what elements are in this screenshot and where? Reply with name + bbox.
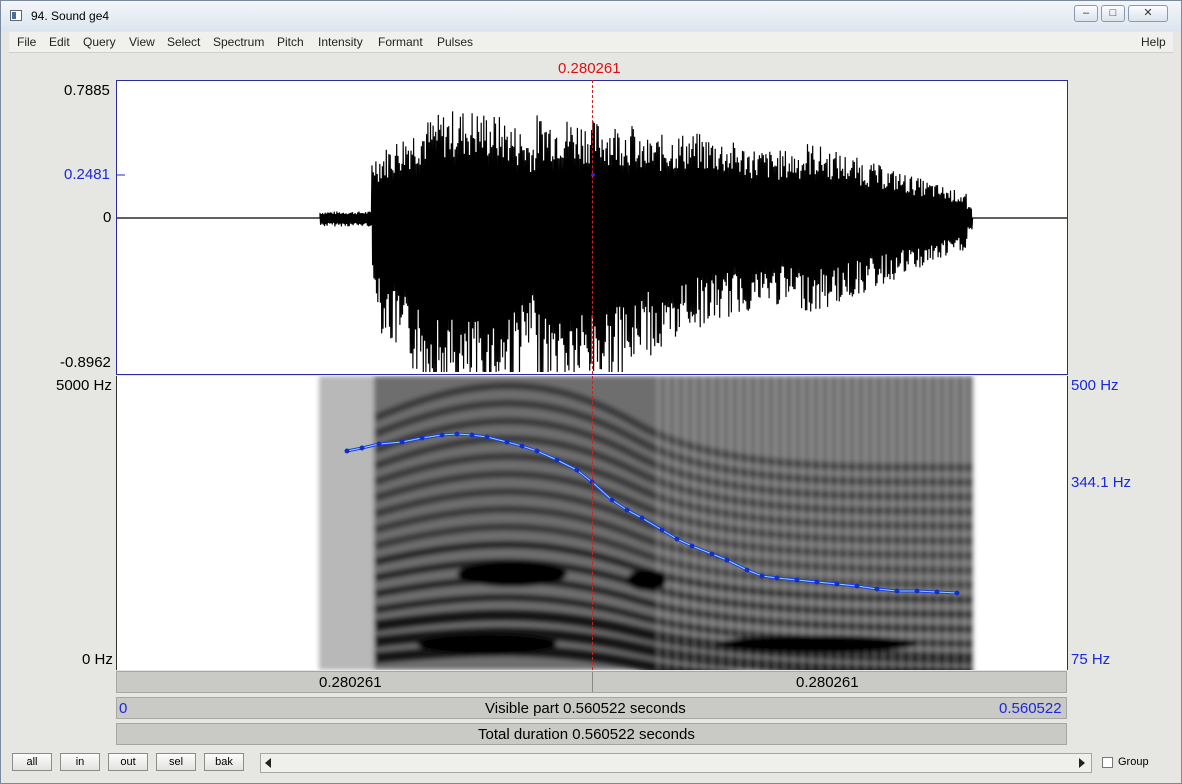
close-button[interactable]: ✕ xyxy=(1128,5,1168,22)
menu-spectrum[interactable]: Spectrum xyxy=(213,35,264,49)
pitch-point xyxy=(454,431,460,437)
close-icon: ✕ xyxy=(1143,7,1153,19)
pitch-mid-label: 344.1 Hz xyxy=(1071,474,1132,491)
pitch-point xyxy=(639,515,645,521)
menu-formant[interactable]: Formant xyxy=(378,35,423,49)
pitch-point xyxy=(609,497,615,503)
right-segment-duration[interactable]: 0.280261 xyxy=(796,674,859,691)
left-segment-duration[interactable]: 0.280261 xyxy=(319,674,382,691)
zoom-selection-button[interactable]: sel xyxy=(156,753,196,771)
window-title: 94. Sound ge4 xyxy=(31,9,110,23)
pitch-point xyxy=(914,588,920,594)
cursor-time-label: 0.280261 xyxy=(558,60,621,77)
app-icon xyxy=(10,10,22,21)
group-checkbox[interactable] xyxy=(1102,757,1113,768)
pitch-point xyxy=(359,445,365,451)
menu-view[interactable]: View xyxy=(129,35,155,49)
spectrogram-top-freq-label: 5000 Hz xyxy=(56,377,112,394)
pitch-point xyxy=(934,589,940,595)
bottom-controls: all in out sel bak Group xyxy=(8,749,1172,779)
pitch-top-label: 500 Hz xyxy=(1071,377,1119,394)
pitch-point xyxy=(344,448,350,454)
pitch-point xyxy=(954,590,960,596)
pitch-point xyxy=(874,586,880,592)
minimize-icon: – xyxy=(1082,7,1090,19)
pitch-point xyxy=(774,575,780,581)
menu-pitch[interactable]: Pitch xyxy=(277,35,304,49)
visible-part-text[interactable]: Visible part 0.560522 seconds xyxy=(485,700,686,717)
zoom-in-button[interactable]: in xyxy=(60,753,100,771)
spectrogram-bottom-freq-label: 0 Hz xyxy=(82,651,113,668)
pitch-point xyxy=(399,439,405,445)
menu-bar: File Edit Query View Select Spectrum Pit… xyxy=(9,32,1173,53)
pitch-point xyxy=(376,441,382,447)
group-label: Group xyxy=(1118,756,1149,768)
scroll-left-icon[interactable] xyxy=(265,758,271,768)
segment-bar: 0.280261 0.280261 xyxy=(116,671,1067,693)
pitch-point xyxy=(724,557,730,563)
menu-intensity[interactable]: Intensity xyxy=(318,35,363,49)
pitch-point xyxy=(624,507,630,513)
waveform-min-label: -0.8962 xyxy=(60,354,111,371)
visible-part-bar: 0 Visible part 0.560522 seconds 0.560522 xyxy=(116,697,1067,719)
waveform-max-label: 0.7885 xyxy=(64,82,110,99)
pitch-point xyxy=(419,435,425,441)
pitch-bottom-label: 75 Hz xyxy=(1071,651,1111,668)
pitch-point xyxy=(834,581,840,587)
pitch-point xyxy=(504,439,510,445)
menu-edit[interactable]: Edit xyxy=(49,35,70,49)
spectrogram-image xyxy=(319,376,975,670)
pitch-point xyxy=(439,432,445,438)
zoom-out-button[interactable]: out xyxy=(108,753,148,771)
pitch-point xyxy=(469,432,475,438)
pitch-point xyxy=(574,467,580,473)
menu-file[interactable]: File xyxy=(17,35,36,49)
pitch-point xyxy=(534,448,540,454)
waveform-cursor-value-label: 0.2481 xyxy=(64,166,110,183)
pitch-point xyxy=(674,536,680,542)
scroll-right-icon[interactable] xyxy=(1079,758,1085,768)
menu-help[interactable]: Help xyxy=(1141,35,1166,49)
zoom-all-button[interactable]: all xyxy=(12,753,52,771)
total-duration-text[interactable]: Total duration 0.560522 seconds xyxy=(478,726,695,743)
total-duration-bar: Total duration 0.560522 seconds xyxy=(116,723,1067,745)
pitch-point xyxy=(794,577,800,583)
menu-select[interactable]: Select xyxy=(167,35,200,49)
maximize-icon: □ xyxy=(1109,7,1117,19)
title-bar: 94. Sound ge4 – □ ✕ xyxy=(1,1,1181,31)
pitch-point xyxy=(554,457,560,463)
visible-end-label: 0.560522 xyxy=(999,700,1062,717)
maximize-button[interactable]: □ xyxy=(1101,5,1125,22)
pitch-point xyxy=(519,443,525,449)
pitch-point xyxy=(659,527,665,533)
segment-divider xyxy=(592,672,593,692)
minimize-button[interactable]: – xyxy=(1074,5,1098,22)
cursor-line xyxy=(592,80,593,670)
horizontal-scrollbar[interactable] xyxy=(260,753,1092,773)
pitch-point xyxy=(744,567,750,573)
zoom-back-button[interactable]: bak xyxy=(204,753,244,771)
pitch-point xyxy=(759,573,765,579)
pitch-point xyxy=(689,543,695,549)
menu-pulses[interactable]: Pulses xyxy=(437,35,473,49)
waveform-zero-label: 0 xyxy=(103,209,112,226)
pitch-point xyxy=(709,551,715,557)
pitch-point xyxy=(894,588,900,594)
menu-query[interactable]: Query xyxy=(83,35,116,49)
visible-start-label: 0 xyxy=(119,700,128,717)
pitch-point xyxy=(814,579,820,585)
pitch-point xyxy=(484,434,490,440)
pitch-point xyxy=(854,583,860,589)
